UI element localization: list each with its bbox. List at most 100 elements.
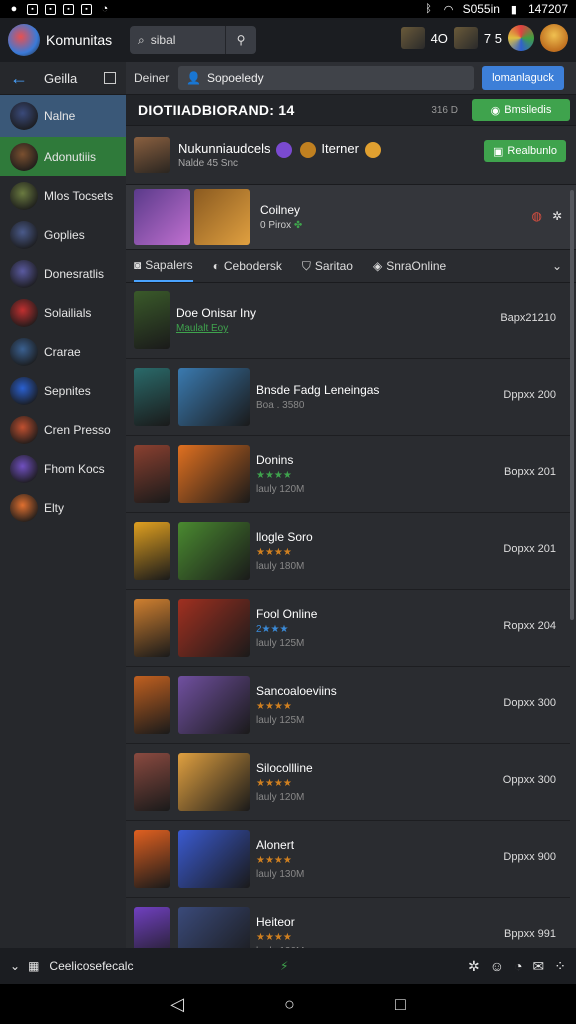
featured-avatar [134,137,170,173]
promo-card[interactable]: Coilney 0 Pirox ✤ ◍ ✲ [126,185,576,250]
sidebar-item-label: Crarae [44,344,81,359]
toolbar-input[interactable]: 👤 Sopoeledy [178,66,474,90]
game-price: Ropxx 204 [503,620,556,632]
location-button[interactable]: ⚲ [225,26,256,54]
nav-back-icon[interactable]: ◁ [170,994,184,1015]
list-item[interactable]: Sancoaloeviins ★★★★ lauly 125M Dopxx 300 [126,667,570,744]
character-icon-2[interactable] [453,27,478,49]
fire-icon[interactable]: ◍ [531,209,541,223]
tab[interactable]: ◐ Cebodersk [213,250,282,282]
settings-icon[interactable]: ✲ [468,958,480,975]
featured-user[interactable]: Nukunniaudcels Iterner Nalde 45 Snc ▣ Re… [126,126,576,185]
star-rating: ★★★★ [256,547,292,558]
search-input[interactable]: sibal [151,33,176,47]
emoji-icon[interactable]: ☺ [490,958,504,975]
featured-badge-text: Iterner [321,141,359,157]
clock-icon[interactable]: ◔ [514,958,522,975]
clover-icon: ✤ [293,220,303,231]
bluetooth-icon: ᛒ [425,3,432,15]
tab[interactable]: ◈ SnraOnline [373,250,446,282]
sync-icon: ◔ [101,3,109,15]
sidebar-item[interactable]: Adonutiiis [0,137,126,176]
tab-label: Sapalers [145,258,193,272]
game-price: Bopxx 201 [504,466,556,478]
sidebar-item[interactable]: Mlos Tocsets [0,176,126,215]
tab[interactable]: ◙ Sapalers [134,250,193,282]
section-green-button[interactable]: ◉ Bmsiledis [472,99,570,121]
game-name: Fool Online [256,607,318,621]
bolt-icon[interactable]: ⚡ [280,959,288,973]
sidebar-item[interactable]: Elty [0,488,126,527]
promo-image-1 [134,189,190,245]
toolbar: Deiner 👤 Sopoeledy lomanlaguck [126,62,576,95]
list-item[interactable]: Alonert ★★★★ lauly 130M Dppxx 900 [126,821,570,898]
list-item[interactable]: Silocollline ★★★★ lauly 120M Oppxx 300 [126,744,570,821]
game-price: Dopxx 201 [503,543,556,555]
sidebar-title: Geilla [44,70,78,86]
sidebar-item[interactable]: Crarae [0,332,126,371]
app-logo[interactable] [8,24,40,56]
nav-recents-icon[interactable]: □ [395,994,406,1015]
profile-avatar[interactable] [540,24,568,52]
game-thumb-small [134,522,170,580]
game-name: llogle Soro [256,530,313,544]
battery-text: S055in [462,2,500,16]
status-bar: ● ▪ ▪ ▪ ▪ ◔ ᛒ ◠ S055in ▮ 147207 [0,0,576,18]
gear-icon[interactable]: ✲ [552,209,562,223]
game-name: Heiteor [256,915,295,929]
message-icon: ▪ [63,3,74,15]
footer-label: Ceelicosefecalc [49,959,134,973]
chevron-down-icon[interactable]: ⌄ [552,259,562,273]
list-item[interactable]: Bnsde Fadg Leneingas Boa . 3580 Dppxx 200 [126,359,570,436]
sidebar-avatar [10,493,38,522]
chevron-down-icon[interactable]: ⌄ [10,959,20,973]
more-icon[interactable]: ⁘ [554,958,566,975]
search-box[interactable]: ⌕ sibal ⚲ [130,26,256,54]
back-arrow-icon[interactable]: ← [10,68,28,89]
sidebar-item-label: Cren Presso [44,422,111,437]
game-name: Sancoaloeviins [256,684,337,698]
star-rating: ★★★★ [256,778,292,789]
sidebar-avatar [10,142,38,171]
character-icon[interactable] [400,27,425,49]
app-icon: ▪ [81,3,92,15]
sidebar-item[interactable]: Fhom Kocs [0,449,126,488]
list-item[interactable]: Donins ★★★★ lauly 120M Bopxx 201 [126,436,570,513]
globe-icon[interactable] [508,25,534,51]
toolbar-blue-button[interactable]: lomanlaguck [482,66,564,90]
scrollbar[interactable] [570,190,574,620]
sidebar-item[interactable]: Donesratlis [0,254,126,293]
game-price: Bppxx 991 [504,928,556,940]
gem-icon [276,141,293,158]
sidebar-item-label: Goplies [44,227,85,242]
list-item[interactable]: Doe Onisar Iny Maulalt Eoy Bapx21210 [126,282,570,359]
game-sub: lauly 180M [256,561,305,572]
trophy-icon [299,141,316,158]
sidebar-item[interactable]: Nalne [0,95,126,137]
game-thumb [178,445,250,503]
nav-home-icon[interactable]: ○ [284,994,295,1015]
sidebar-item-label: Elty [44,500,65,515]
sidebar-avatar [10,181,38,210]
clock: 147207 [527,2,568,16]
list-item[interactable]: llogle Soro ★★★★ lauly 180M Dopxx 201 [126,513,570,590]
tab-icon: ◐ [212,259,220,273]
game-price: Dopxx 300 [503,697,556,709]
game-price: Bapx21210 [500,312,556,324]
sidebar-item[interactable]: Sepnites [0,371,126,410]
sidebar-item[interactable]: Solailials [0,293,126,332]
featured-button-label: Realbunlo [507,145,557,157]
list-item[interactable]: Fool Online 2★★★ lauly 125M Ropxx 204 [126,590,570,667]
tab[interactable]: ⛉ Saritao [302,250,353,282]
square-icon[interactable] [104,72,116,84]
featured-name: Nukunniaudcels [178,141,271,157]
sidebar-item-label: Donesratlis [44,266,105,281]
section-title: DIOTIIADBIORAND: 14 [138,102,295,118]
game-thumb [178,753,250,811]
sidebar-item[interactable]: Cren Presso [0,410,126,449]
calendar-icon[interactable]: ▦ [28,959,39,973]
chat-icon[interactable]: ✉ [533,958,545,975]
sidebar-item[interactable]: Goplies [0,215,126,254]
featured-button[interactable]: ▣ Realbunlo [484,140,566,162]
star-rating: ★★★★ [256,470,292,481]
